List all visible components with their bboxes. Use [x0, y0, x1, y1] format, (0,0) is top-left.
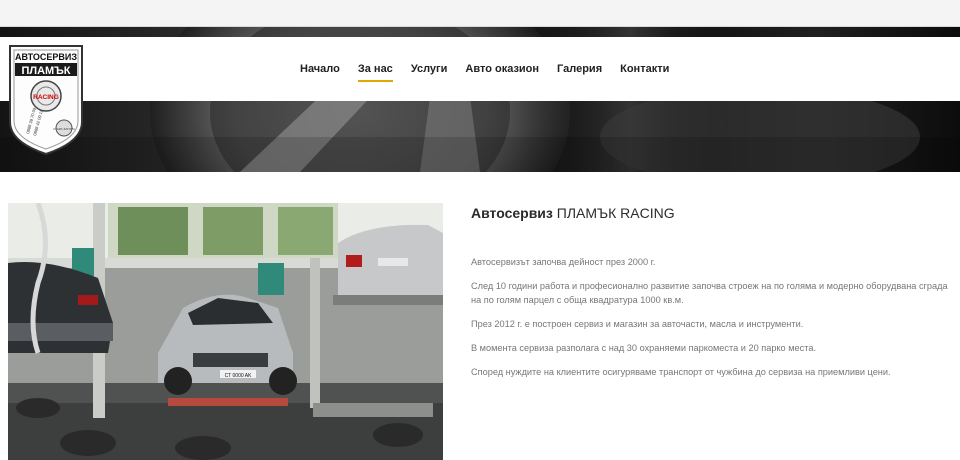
nav-item-car-sales[interactable]: Авто оказион — [465, 63, 539, 79]
nav-item-services[interactable]: Услуги — [411, 63, 448, 79]
about-paragraph: В момента сервиза разполага с над 30 охр… — [471, 343, 816, 353]
garage-photo: CT 0000 AK — [8, 203, 443, 460]
page-title: Автосервиз ПЛАМЪК RACING — [471, 205, 951, 221]
about-paragraph: Според нуждите на клиентите осигуряваме … — [471, 367, 891, 377]
license-plate: CT 0000 AK — [225, 373, 253, 379]
nav-item-contacts[interactable]: Контакти — [620, 63, 669, 79]
about-paragraph: През 2012 г. е построен сервиз и магазин… — [471, 319, 804, 329]
nav-item-gallery[interactable]: Галерия — [557, 63, 602, 79]
logo-stamp: СТАРА ЗАГОРА — [53, 127, 75, 131]
site-logo[interactable]: АВТОСЕРВИЗ ПЛАМЪК RACING 0888 39 70 09 0… — [7, 44, 85, 156]
about-section: Автосервиз ПЛАМЪК RACING Автосервизът за… — [471, 205, 951, 389]
title-bold: Автосервиз — [471, 205, 553, 221]
logo-badge: RACING — [33, 94, 59, 101]
title-rest: ПЛАМЪК RACING — [556, 205, 675, 221]
logo-line1: АВТОСЕРВИЗ — [15, 52, 77, 62]
nav-item-home[interactable]: Начало — [300, 63, 340, 79]
main-nav: Начало За нас Услуги Авто оказион Галери… — [300, 63, 687, 82]
nav-item-about[interactable]: За нас — [357, 63, 393, 82]
about-paragraph: Автосервизът започва дейност през 2000 г… — [471, 257, 656, 267]
browser-chrome — [0, 0, 960, 27]
logo-line2: ПЛАМЪК — [21, 65, 70, 77]
about-paragraph: След 10 години работа и професионално ра… — [471, 281, 948, 305]
